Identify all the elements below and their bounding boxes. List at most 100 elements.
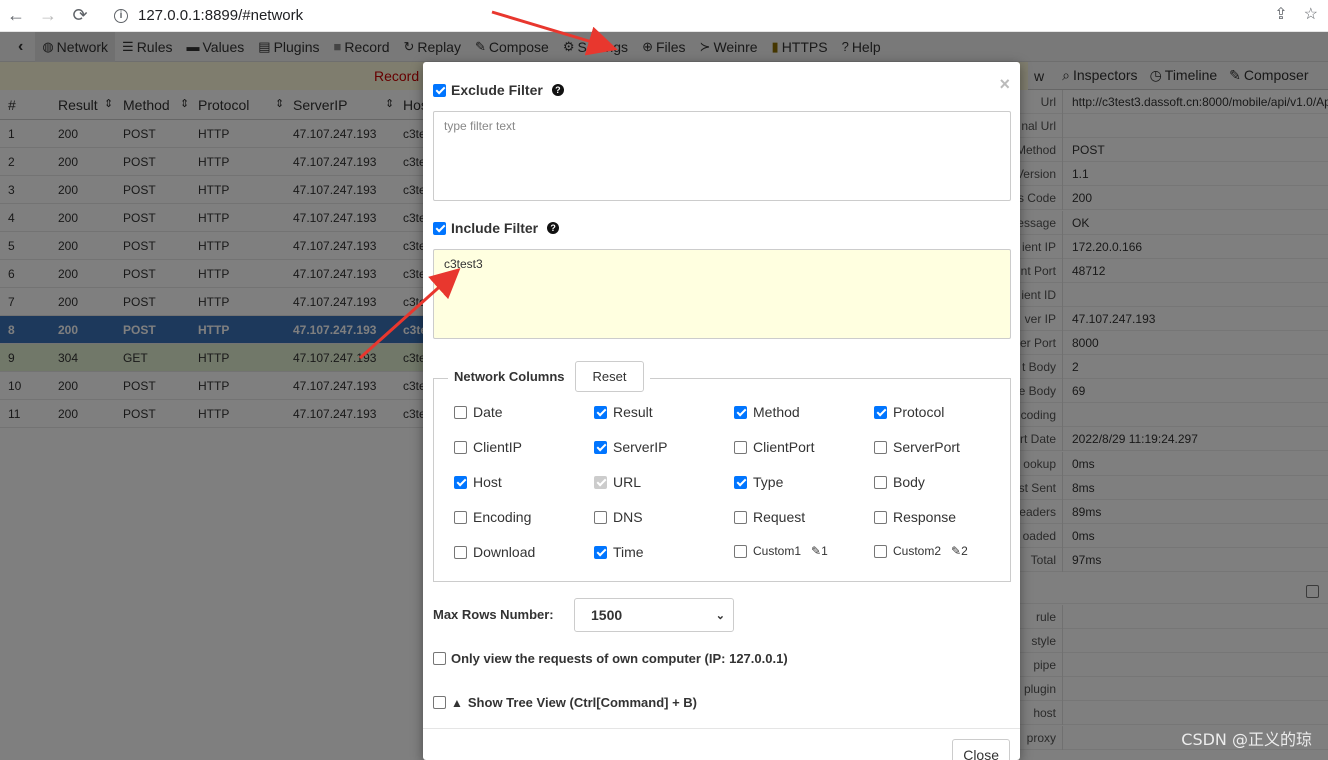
column-label: Date <box>473 404 503 420</box>
watermark: CSDN @正义的琼 <box>1181 730 1312 749</box>
column-label: Encoding <box>473 509 532 525</box>
chevron-down-icon: ⌄ <box>715 610 725 622</box>
include-filter-text: Include Filter <box>451 220 539 236</box>
close-button[interactable]: Close <box>952 739 1010 760</box>
column-checkbox[interactable] <box>734 475 747 489</box>
column-checkbox[interactable] <box>454 510 467 524</box>
column-option-serverip[interactable]: ServerIP <box>594 439 667 455</box>
column-checkbox[interactable] <box>594 440 607 454</box>
help-icon[interactable]: ? <box>547 222 560 234</box>
share-icon[interactable]: ⇪ <box>1274 4 1287 24</box>
star-icon[interactable]: ☆ <box>1304 4 1318 24</box>
column-option-method[interactable]: Method <box>734 404 800 420</box>
column-label: Protocol <box>893 404 945 420</box>
column-option-type[interactable]: Type <box>734 474 783 490</box>
column-option-clientport[interactable]: ClientPort <box>734 439 814 455</box>
column-checkbox[interactable] <box>594 545 607 559</box>
edit-icon[interactable]: ✎2 <box>951 544 968 558</box>
column-label: Time <box>613 544 644 560</box>
column-checkbox[interactable] <box>734 544 747 558</box>
column-checkbox[interactable] <box>874 440 887 454</box>
column-label: URL <box>613 474 642 490</box>
column-checkbox[interactable] <box>454 440 467 454</box>
close-icon[interactable]: × <box>999 74 1010 95</box>
column-checkbox[interactable] <box>734 405 747 419</box>
column-label: Response <box>893 509 957 525</box>
column-option-host[interactable]: Host <box>454 474 502 490</box>
address-bar[interactable]: i 127.0.0.1:8899/#network <box>114 7 303 24</box>
column-label: Method <box>753 404 800 420</box>
column-checkbox[interactable] <box>874 475 887 489</box>
network-columns-legend: Network Columns <box>454 369 565 384</box>
column-option-clientip[interactable]: ClientIP <box>454 439 522 455</box>
column-option-date[interactable]: Date <box>454 404 503 420</box>
column-label: ServerPort <box>893 439 960 455</box>
column-label: ClientIP <box>473 439 523 455</box>
max-rows-value: 1500 <box>591 607 623 623</box>
column-option-response[interactable]: Response <box>874 509 956 525</box>
column-label: Custom2 <box>893 544 942 558</box>
column-checkbox[interactable] <box>874 510 887 524</box>
edit-index: 2 <box>961 544 968 558</box>
settings-dialog: × Exclude Filter ? type filter text Incl… <box>423 62 1020 760</box>
own-requests-checkbox[interactable] <box>433 652 446 665</box>
include-filter-input[interactable]: c3test3 <box>433 249 1011 339</box>
tree-view-checkbox[interactable] <box>433 696 446 709</box>
column-checkbox[interactable] <box>594 510 607 524</box>
reload-button[interactable]: ⟳ <box>64 2 96 30</box>
browser-bar: ← → ⟳ i 127.0.0.1:8899/#network ⇪ ☆ <box>0 0 1328 32</box>
column-option-dns[interactable]: DNS <box>594 509 643 525</box>
include-filter-checkbox[interactable] <box>433 221 446 235</box>
forward-button[interactable]: → <box>32 2 64 30</box>
column-option-serverport[interactable]: ServerPort <box>874 439 960 455</box>
column-checkbox[interactable] <box>454 405 467 419</box>
column-option-result[interactable]: Result <box>594 404 653 420</box>
column-checkbox[interactable] <box>874 544 887 558</box>
max-rows-select[interactable]: 1500 ⌄ <box>574 598 734 632</box>
column-checkbox[interactable] <box>734 440 747 454</box>
column-option-body[interactable]: Body <box>874 474 925 490</box>
column-label: Request <box>753 509 806 525</box>
column-option-encoding[interactable]: Encoding <box>454 509 531 525</box>
column-label: ClientPort <box>753 439 815 455</box>
column-label: DNS <box>613 509 643 525</box>
column-checkbox[interactable] <box>594 405 607 419</box>
column-label: Type <box>753 474 784 490</box>
exclude-filter-checkbox[interactable] <box>433 83 446 97</box>
network-columns-fieldset: Network Columns Reset Date Result Method Pr… <box>433 361 1011 582</box>
column-label: Host <box>473 474 502 490</box>
help-icon[interactable]: ? <box>551 84 564 96</box>
tree-view-label: Show Tree View (Ctrl[Command] + B) <box>467 695 697 710</box>
column-label: Custom1 <box>753 544 802 558</box>
column-label: ServerIP <box>613 439 668 455</box>
modal-footer-divider <box>423 728 1020 729</box>
column-label: Result <box>613 404 653 420</box>
column-option-custom1[interactable]: Custom1 ✎1 <box>734 544 828 558</box>
back-button[interactable]: ← <box>0 2 32 30</box>
url-text: 127.0.0.1:8899/#network <box>138 7 304 24</box>
column-checkbox[interactable] <box>874 405 887 419</box>
exclude-filter-text: Exclude Filter <box>451 82 543 98</box>
column-option-request[interactable]: Request <box>734 509 805 525</box>
edit-icon[interactable]: ✎1 <box>811 544 828 558</box>
exclude-filter-input[interactable]: type filter text <box>433 111 1011 201</box>
reset-button[interactable]: Reset <box>574 361 645 392</box>
tree-view-option[interactable]: ▲ Show Tree View (Ctrl[Command] + B) <box>433 695 697 710</box>
info-icon[interactable]: i <box>114 8 128 23</box>
column-option-time[interactable]: Time <box>594 544 644 560</box>
column-checkbox[interactable] <box>454 475 467 489</box>
column-label: Download <box>473 544 536 560</box>
column-label: Body <box>893 474 925 490</box>
column-checkbox[interactable] <box>734 510 747 524</box>
include-filter-label: Include Filter ? <box>433 220 560 236</box>
column-option-url[interactable]: URL <box>594 474 641 490</box>
column-option-protocol[interactable]: Protocol <box>874 404 944 420</box>
column-option-download[interactable]: Download <box>454 544 535 560</box>
tree-icon: ▲ <box>451 695 463 710</box>
column-checkbox <box>594 475 607 489</box>
column-checkbox[interactable] <box>454 545 467 559</box>
column-option-custom2[interactable]: Custom2 ✎2 <box>874 544 968 558</box>
own-requests-label: Only view the requests of own computer (… <box>451 651 788 666</box>
edit-index: 1 <box>821 544 828 558</box>
own-requests-option[interactable]: Only view the requests of own computer (… <box>433 651 788 666</box>
